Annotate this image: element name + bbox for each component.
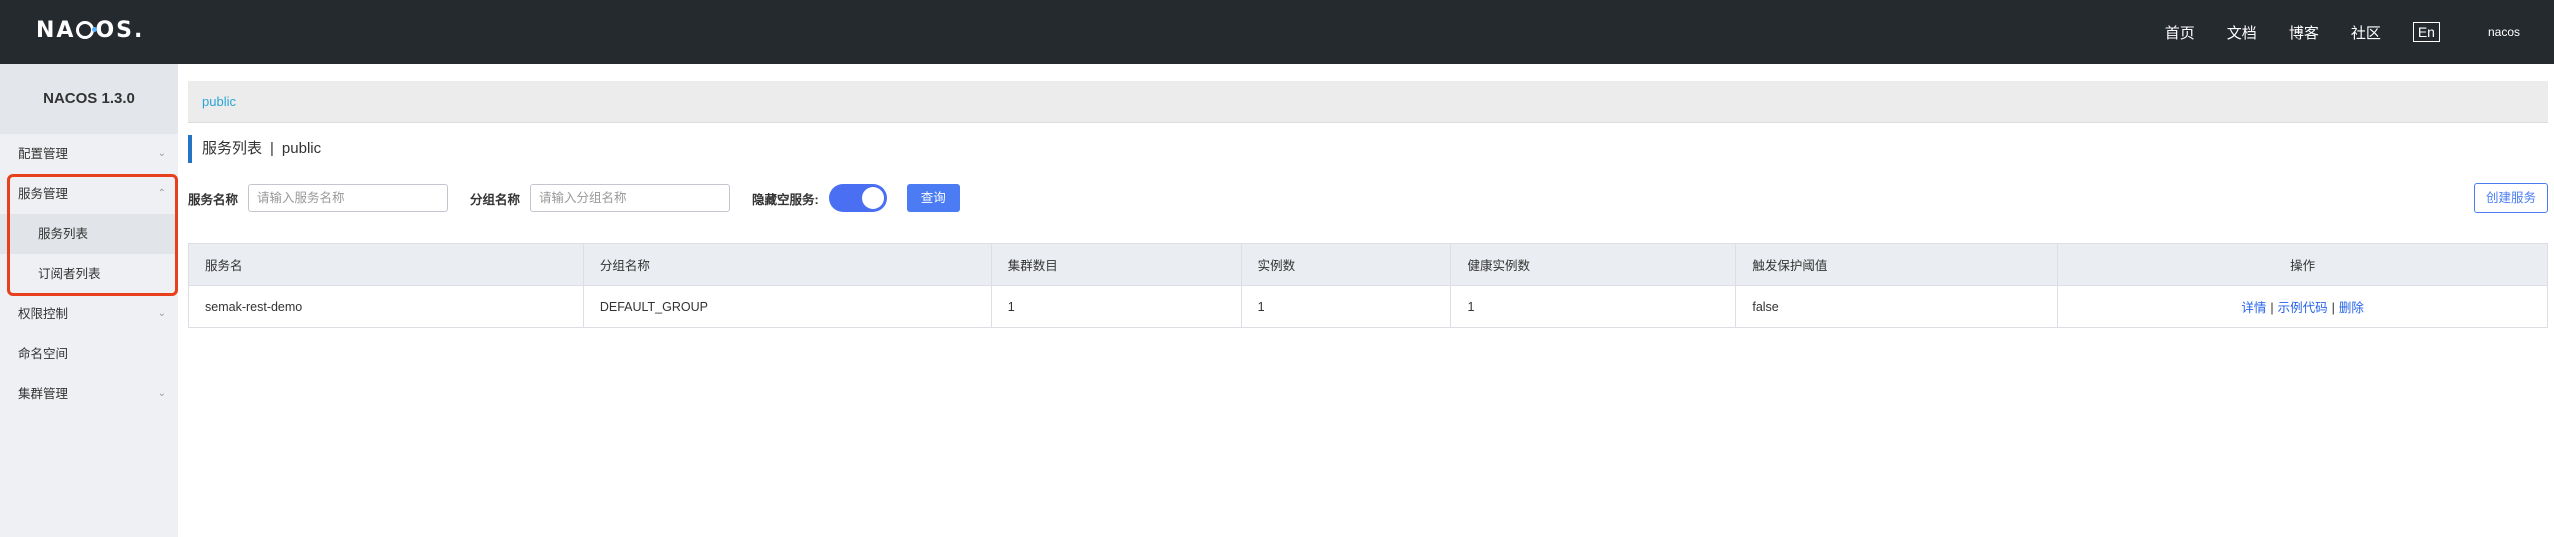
chevron-down-icon: ⌄ [157, 308, 166, 319]
cell-operations: 详情 | 示例代码 | 删除 [2057, 285, 2548, 328]
language-toggle[interactable]: En [2412, 22, 2440, 42]
page-title: 服务列表 | public [188, 135, 321, 163]
sidebar: NACOS 1.3.0 配置管理 ⌄ 服务管理 ⌃ 服务列表 订阅者列表 权限控… [0, 64, 178, 537]
column-header: 集群数目 [990, 243, 1242, 286]
nav-community[interactable]: 社区 [2351, 22, 2381, 43]
column-header: 触发保护阈值 [1735, 243, 2059, 286]
ops-separator: | [2270, 301, 2274, 315]
detail-link[interactable]: 详情 [2241, 301, 2266, 315]
service-table: 服务名 分组名称 集群数目 实例数 健康实例数 触发保护阈值 操作 semak-… [188, 243, 2548, 328]
service-name-input[interactable]: 请输入服务名称 [248, 184, 449, 212]
table-row: semak-rest-demo DEFAULT_GROUP 1 1 1 fals… [188, 285, 2548, 328]
cell-cluster-count: 1 [990, 285, 1242, 328]
create-service-button[interactable]: 创建服务 [2474, 183, 2548, 213]
group-name-input[interactable]: 请输入分组名称 [530, 184, 731, 212]
nacos-logo[interactable]: NA OS. [36, 18, 144, 44]
sample-code-link[interactable]: 示例代码 [2278, 301, 2328, 315]
sidebar-item-label: 服务管理 [18, 187, 69, 201]
namespace-link[interactable]: public [202, 94, 236, 109]
column-header: 操作 [2057, 243, 2548, 286]
sidebar-item-label: 集群管理 [18, 387, 69, 401]
sidebar-item-auth[interactable]: 权限控制 ⌄ [0, 294, 178, 334]
cell-threshold: false [1735, 285, 2059, 328]
sidebar-item-cluster[interactable]: 集群管理 ⌄ [0, 374, 178, 414]
top-bar: NA OS. 首页 文档 博客 社区 En nacos [0, 0, 2554, 64]
cell-group-name: DEFAULT_GROUP [582, 285, 992, 328]
sidebar-item-namespace[interactable]: 命名空间 [0, 334, 178, 374]
toggle-knob [861, 187, 884, 209]
chevron-down-icon: ⌄ [157, 388, 166, 399]
column-header: 服务名 [188, 243, 584, 286]
query-button[interactable]: 查询 [906, 184, 960, 212]
group-name-label: 分组名称 [470, 192, 521, 207]
sidebar-item-config[interactable]: 配置管理 ⌄ [0, 134, 178, 174]
table-header-row: 服务名 分组名称 集群数目 实例数 健康实例数 触发保护阈值 操作 [188, 243, 2548, 286]
delete-link[interactable]: 删除 [2339, 301, 2364, 315]
service-name-label: 服务名称 [188, 192, 239, 207]
user-name[interactable]: nacos [2488, 25, 2520, 39]
sidebar-item-label: 配置管理 [18, 147, 69, 161]
hide-empty-label: 隐藏空服务: [752, 192, 819, 207]
top-nav: 首页 文档 博客 社区 En nacos [2165, 0, 2554, 64]
sidebar-item-subscriber-list[interactable]: 订阅者列表 [0, 254, 178, 294]
sidebar-item-service-list[interactable]: 服务列表 [0, 214, 178, 254]
sidebar-item-label: 权限控制 [18, 307, 69, 321]
hide-empty-toggle[interactable] [828, 184, 887, 212]
ops-separator: | [2331, 301, 2335, 315]
filter-bar: 服务名称 请输入服务名称 分组名称 请输入分组名称 隐藏空服务: 查询 [188, 183, 960, 213]
nav-blog[interactable]: 博客 [2289, 22, 2319, 43]
namespace-bar: public [188, 81, 2548, 123]
sidebar-title: NACOS 1.3.0 [0, 64, 178, 134]
page-title-text: 服务列表 [202, 140, 263, 157]
title-separator: | [270, 140, 274, 157]
nav-home[interactable]: 首页 [2165, 22, 2195, 43]
sidebar-item-label: 命名空间 [18, 347, 69, 361]
page-title-namespace: public [281, 140, 322, 157]
nav-docs[interactable]: 文档 [2227, 22, 2257, 43]
cell-service-name: semak-rest-demo [188, 285, 584, 328]
chevron-up-icon: ⌃ [157, 188, 166, 199]
logo-ring-icon [76, 21, 98, 39]
sidebar-item-service[interactable]: 服务管理 ⌃ [0, 174, 178, 214]
cell-healthy-count: 1 [1450, 285, 1737, 328]
column-header: 分组名称 [582, 243, 992, 286]
cell-instance-count: 1 [1240, 285, 1452, 328]
column-header: 实例数 [1240, 243, 1452, 286]
column-header: 健康实例数 [1450, 243, 1737, 286]
chevron-down-icon: ⌄ [157, 148, 166, 159]
